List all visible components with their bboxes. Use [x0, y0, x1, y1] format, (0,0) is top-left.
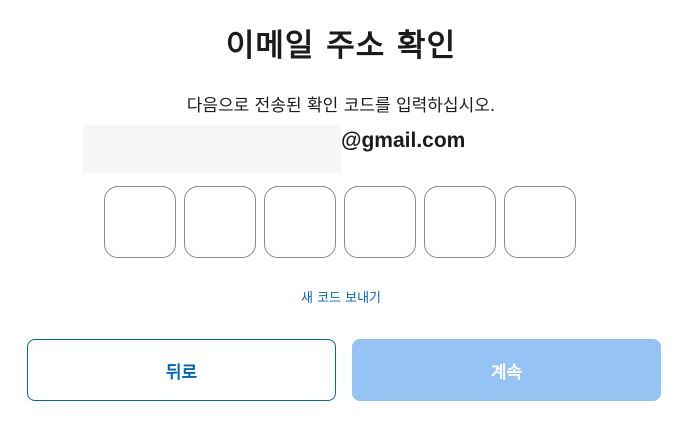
code-digit-2[interactable]	[184, 186, 256, 258]
code-digit-1[interactable]	[104, 186, 176, 258]
email-redacted-block	[83, 125, 341, 173]
back-button[interactable]: 뒤로	[27, 339, 336, 401]
continue-button[interactable]: 계속	[352, 339, 661, 401]
code-input-group	[104, 186, 576, 258]
email-domain: @gmail.com	[341, 129, 466, 152]
email-address: @gmail.com	[83, 125, 465, 173]
page-title: 이메일 주소 확인	[225, 28, 457, 64]
page-subtitle: 다음으로 전송된 확인 코드를 입력하십시오.	[186, 96, 496, 116]
verify-email-page: 이메일 주소 확인 다음으로 전송된 확인 코드를 입력하십시오. @gmail…	[0, 0, 682, 433]
code-digit-4[interactable]	[344, 186, 416, 258]
resend-code-link[interactable]: 새 코드 보내기	[0, 287, 682, 306]
code-digit-3[interactable]	[264, 186, 336, 258]
code-digit-6[interactable]	[504, 186, 576, 258]
code-digit-5[interactable]	[424, 186, 496, 258]
